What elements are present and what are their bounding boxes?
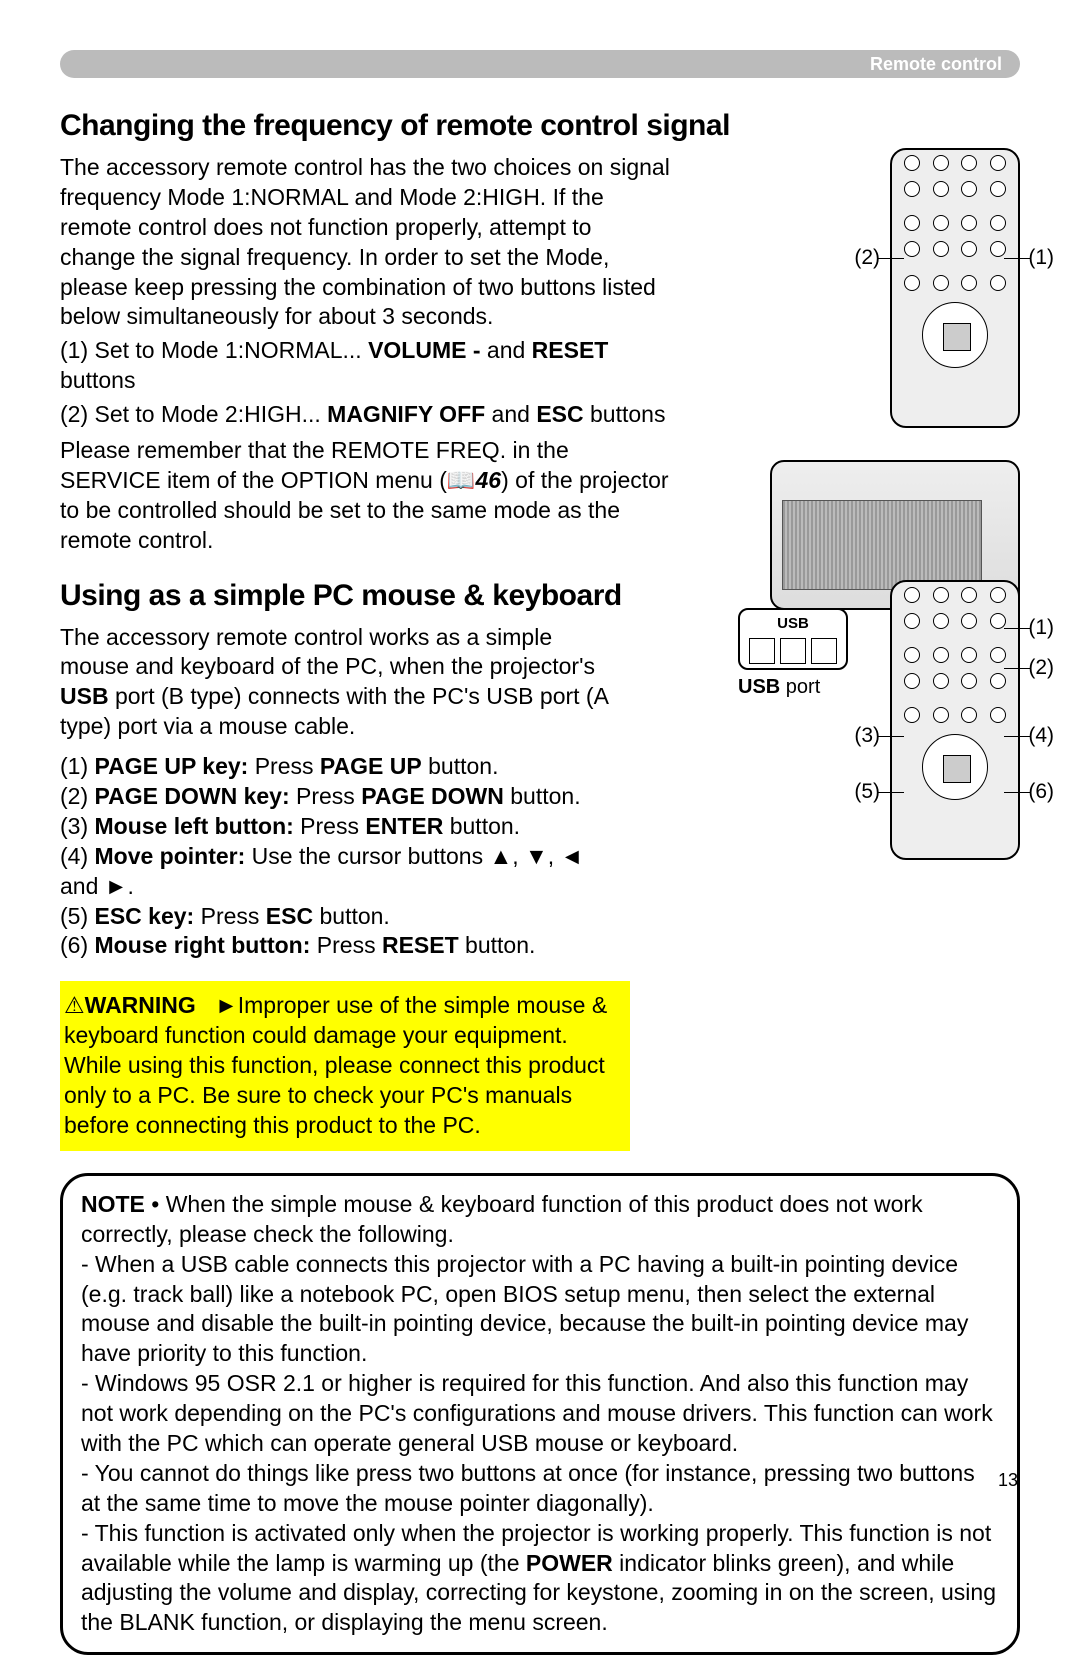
header-bar: Remote control [60,50,1020,78]
leader [1004,792,1030,793]
callout-r1-1: (1) [1028,244,1054,271]
section2-p1: The accessory remote control works as a … [60,623,610,743]
li2: (2) PAGE DOWN key: Press PAGE DOWN butto… [60,782,610,812]
usb-box: USB [738,608,848,670]
note-b3: - You cannot do things like press two bu… [81,1459,999,1519]
li6: (6) Mouse right button: Press RESET butt… [60,931,610,961]
callout-r2-5: (5) [854,778,880,805]
usb-port-label: USB port [738,674,848,700]
list: (1) PAGE UP key: Press PAGE UP button. (… [60,752,610,961]
t: The accessory remote control works as a … [60,624,595,680]
leader [1004,258,1030,259]
section1-title: Changing the frequency of remote control… [60,106,1020,145]
t: USB [60,683,109,709]
t: and [481,337,532,363]
page-number: 13 [998,1469,1018,1492]
section1-mode2: (2) Set to Mode 2:HIGH... MAGNIFY OFF an… [60,400,670,430]
leader [1004,628,1030,629]
t: RESET [532,337,609,363]
t: MAGNIFY OFF [327,401,485,427]
t: and [485,401,536,427]
leader [1004,736,1030,737]
li1: (1) PAGE UP key: Press PAGE UP button. [60,752,610,782]
remote-diagram-1 [890,148,1020,428]
usb-block: USB USB port [738,608,848,700]
callout-r2-2: (2) [1028,654,1054,681]
t: buttons [60,367,135,393]
leader [1004,668,1030,669]
li4: (4) Move pointer: Use the cursor buttons… [60,842,610,902]
note-b2: - Windows 95 OSR 2.1 or higher is requir… [81,1369,999,1459]
page-ref: 46 [476,467,502,493]
header-label: Remote control [870,53,1002,76]
note-intro: NOTE • When the simple mouse & keyboard … [81,1190,999,1250]
callout-r1-2: (2) [854,244,880,271]
note-box: NOTE • When the simple mouse & keyboard … [60,1173,1020,1655]
t: • When the simple mouse & keyboard funct… [81,1191,923,1247]
usb-title: USB [746,614,840,634]
section1-p4: Please remember that the REMOTE FREQ. in… [60,436,670,556]
callout-r2-4: (4) [1028,722,1054,749]
remote-diagram-2 [890,580,1020,860]
callout-r2-3: (3) [854,722,880,749]
leader [878,258,904,259]
note-b1: - When a USB cable connects this project… [81,1250,999,1370]
t: buttons [584,401,666,427]
li3: (3) Mouse left button: Press ENTER butto… [60,812,610,842]
callout-r2-6: (6) [1028,778,1054,805]
book-icon: 📖 [447,467,476,493]
leader [878,736,904,737]
callout-r2-1: (1) [1028,614,1054,641]
t: ESC [536,401,583,427]
section1-mode1: (1) Set to Mode 1:NORMAL... VOLUME - and… [60,336,670,396]
warning-box: ⚠WARNING ►Improper use of the simple mou… [60,981,630,1150]
t: port (B type) connects with the PC's USB… [60,683,608,739]
arrow-right-icon: ► [215,992,238,1018]
li5: (5) ESC key: Press ESC button. [60,902,610,932]
warning-lead: WARNING [85,992,196,1018]
section1-p1: The accessory remote control has the two… [60,153,670,332]
t: VOLUME - [368,337,480,363]
t: (2) Set to Mode 2:HIGH... [60,401,327,427]
note-lead: NOTE [81,1191,145,1217]
note-b4: - This function is activated only when t… [81,1519,999,1639]
warning-icon: ⚠ [64,992,85,1018]
leader [878,792,904,793]
t: (1) Set to Mode 1:NORMAL... [60,337,368,363]
usb-icons [746,634,840,664]
